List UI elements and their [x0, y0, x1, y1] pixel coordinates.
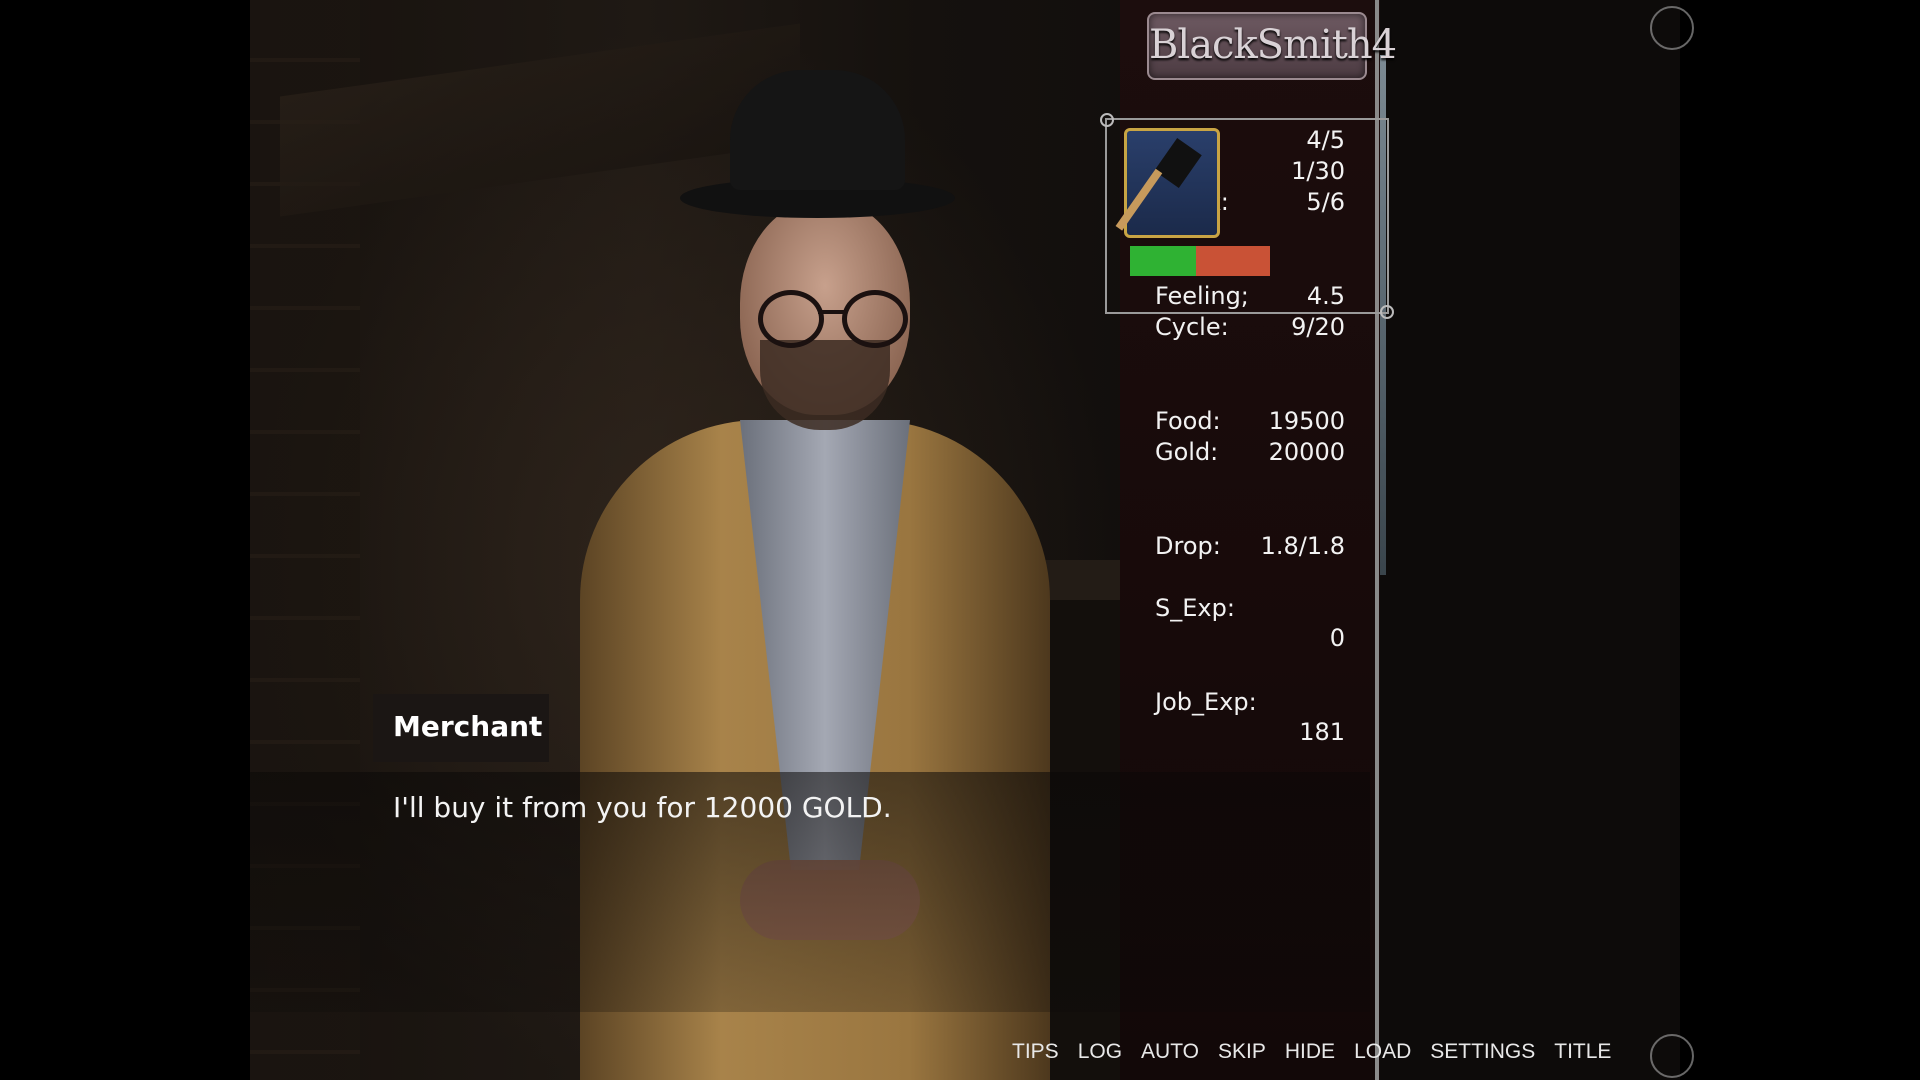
stat-value: 20000 — [1268, 438, 1345, 466]
quick-menu: TIPS LOG AUTO SKIP HIDE LOAD SETTINGS TITLE — [1012, 1040, 1611, 1066]
stat-cycle: Cycle: 9/20 — [1155, 313, 1345, 343]
corner-ornament-bottom — [1650, 1034, 1694, 1078]
stat-job_exp: Job_Exp: 181 — [1155, 688, 1345, 746]
tips-button[interactable]: TIPS — [1012, 1040, 1059, 1066]
merchant-beard — [760, 340, 890, 430]
dialogue-text: I'll buy it from you for 12000 GOLD. — [393, 791, 892, 824]
glasses-right-lens — [842, 290, 908, 348]
stat-drop: Drop: 1.8/1.8 — [1155, 532, 1345, 562]
speaker-name-box: Merchant — [373, 694, 549, 762]
settings-button[interactable]: SETTINGS — [1430, 1040, 1535, 1066]
auto-button[interactable]: AUTO — [1141, 1040, 1199, 1066]
stat-label: S_Exp: — [1155, 594, 1235, 622]
stat-label: Food: — [1155, 407, 1221, 435]
stat-value: 1.8/1.8 — [1260, 532, 1345, 560]
bowler-hat — [730, 70, 905, 190]
stat-value: 19500 — [1268, 407, 1345, 435]
stat-value: 181 — [1299, 718, 1345, 746]
durability-bar-red — [1196, 246, 1270, 276]
stat-gold: Gold: 20000 — [1155, 438, 1345, 468]
stat-label: Drop: — [1155, 532, 1221, 560]
speaker-name: Merchant — [393, 710, 543, 743]
stat-label: Cycle: — [1155, 313, 1229, 341]
hammer-head — [1154, 138, 1202, 188]
stat-food: Food: 19500 — [1155, 407, 1345, 437]
game-logo: BlackSmith4 — [1147, 12, 1397, 80]
stat-s_exp: S_Exp: 0 — [1155, 594, 1345, 652]
load-button[interactable]: LOAD — [1354, 1040, 1411, 1066]
skip-button[interactable]: SKIP — [1218, 1040, 1266, 1066]
item-durability-bar — [1130, 246, 1270, 276]
hammer-icon[interactable] — [1115, 128, 1220, 238]
stat-label: Job_Exp: — [1155, 688, 1257, 716]
log-button[interactable]: LOG — [1078, 1040, 1122, 1066]
hide-button[interactable]: HIDE — [1285, 1040, 1335, 1066]
stat-value: 9/20 — [1291, 313, 1345, 341]
game-logo-text: BlackSmith4 — [1149, 22, 1397, 68]
durability-bar-green — [1130, 246, 1196, 276]
glasses-left-lens — [758, 290, 824, 348]
glasses-bridge — [818, 310, 844, 314]
stat-value: 0 — [1329, 624, 1345, 652]
stat-label: Gold: — [1155, 438, 1219, 466]
title-button[interactable]: TITLE — [1554, 1040, 1611, 1066]
corner-ornament-top — [1650, 6, 1694, 50]
